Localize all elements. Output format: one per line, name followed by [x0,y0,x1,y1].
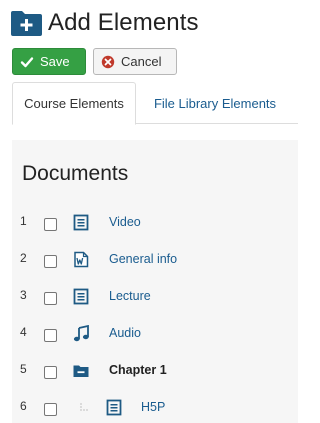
element-tabs: Course Elements File Library Elements [12,82,298,125]
row-checkbox[interactable] [44,403,57,416]
checkmark-icon [20,56,34,67]
row-number: 2 [20,251,27,265]
document-icon [73,214,89,231]
row-label[interactable]: General info [109,252,177,266]
folder-plus-icon [11,11,42,36]
page-header: Add Elements [10,6,199,40]
row-checkbox[interactable] [44,255,57,268]
row-label[interactable]: Audio [109,326,141,340]
list-item: 2 General info [0,239,298,276]
row-checkbox[interactable] [44,366,57,379]
row-number: 6 [20,399,27,413]
row-number: 1 [20,214,27,228]
word-document-icon [74,251,89,268]
folder-collapse-icon[interactable] [73,362,89,379]
tree-indent-dots-icon [80,403,88,411]
list-item: 6 H5P [0,387,298,423]
cancel-button-label: Cancel [121,54,162,69]
row-label[interactable]: Chapter 1 [109,363,167,377]
list-item: 1 Video [0,202,298,239]
music-note-icon [73,325,89,342]
row-label[interactable]: Lecture [109,289,151,303]
list-item: 3 Lecture [0,276,298,313]
row-number: 3 [20,288,27,302]
row-number: 5 [20,362,27,376]
document-list: 1 Video 2 General info 3 Lecture 4 Audio… [0,202,298,423]
list-item: 5 Chapter 1 [0,350,298,387]
document-icon [73,288,89,305]
tab-course-elements[interactable]: Course Elements [12,82,136,125]
toolbar: Save Cancel [12,48,177,75]
cancel-button[interactable]: Cancel [93,48,177,75]
page-title: Add Elements [48,9,199,36]
save-button[interactable]: Save [12,48,86,75]
document-icon [106,399,122,416]
list-item: 4 Audio [0,313,298,350]
panel-heading: Documents [22,162,129,185]
row-number: 4 [20,325,27,339]
row-label[interactable]: Video [109,215,141,229]
row-label[interactable]: H5P [141,400,165,414]
row-checkbox[interactable] [44,329,57,342]
row-checkbox[interactable] [44,218,57,231]
row-checkbox[interactable] [44,292,57,305]
save-button-label: Save [40,54,70,69]
tab-file-library-elements[interactable]: File Library Elements [140,82,290,124]
cancel-icon [101,55,115,68]
